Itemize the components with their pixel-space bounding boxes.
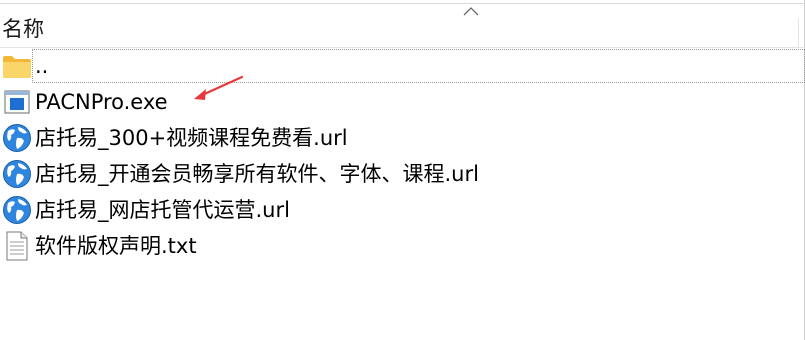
folder-icon [2,51,32,81]
file-name: 店托易_开通会员畅享所有软件、字体、课程.url [35,162,479,186]
list-item-label-wrap: 店托易_网店托管代运营.url [32,193,805,227]
file-name: PACNPro.exe [35,90,168,114]
chevron-up-icon[interactable] [462,4,480,18]
red-arrow-icon [194,75,244,100]
list-item-label-wrap: PACNPro.exe [32,85,805,119]
column-header: 名称 [0,4,805,48]
column-divider[interactable] [798,18,799,48]
list-item-url[interactable]: 店托易_300+视频课程免费看.url [0,120,805,156]
globe-icon [2,195,32,225]
file-explorer-window: 名称 .. PACNPro.exe 店托易_300+视频课程免费看.url 店托… [0,0,805,340]
list-item-parent-folder[interactable]: .. [0,48,805,84]
file-name: 软件版权声明.txt [35,234,197,258]
list-item-label-wrap: .. [32,49,805,83]
file-name: 店托易_网店托管代运营.url [35,198,290,222]
list-item-label-wrap: 店托易_开通会员畅享所有软件、字体、课程.url [32,157,805,191]
list-item-url[interactable]: 店托易_网店托管代运营.url [0,192,805,228]
text-file-icon [2,231,32,261]
list-item-txt[interactable]: 软件版权声明.txt [0,228,805,264]
name-column-header[interactable]: 名称 [2,16,44,42]
file-name: .. [35,54,49,78]
list-item-label-wrap: 店托易_300+视频课程免费看.url [32,121,805,155]
list-item-url[interactable]: 店托易_开通会员畅享所有软件、字体、课程.url [0,156,805,192]
file-name: 店托易_300+视频课程免费看.url [35,126,348,150]
list-item-exe[interactable]: PACNPro.exe [0,84,805,120]
globe-icon [2,159,32,189]
file-list: .. PACNPro.exe 店托易_300+视频课程免费看.url 店托易_开… [0,48,805,264]
exe-icon [2,87,32,117]
globe-icon [2,123,32,153]
list-item-label-wrap: 软件版权声明.txt [32,229,805,263]
